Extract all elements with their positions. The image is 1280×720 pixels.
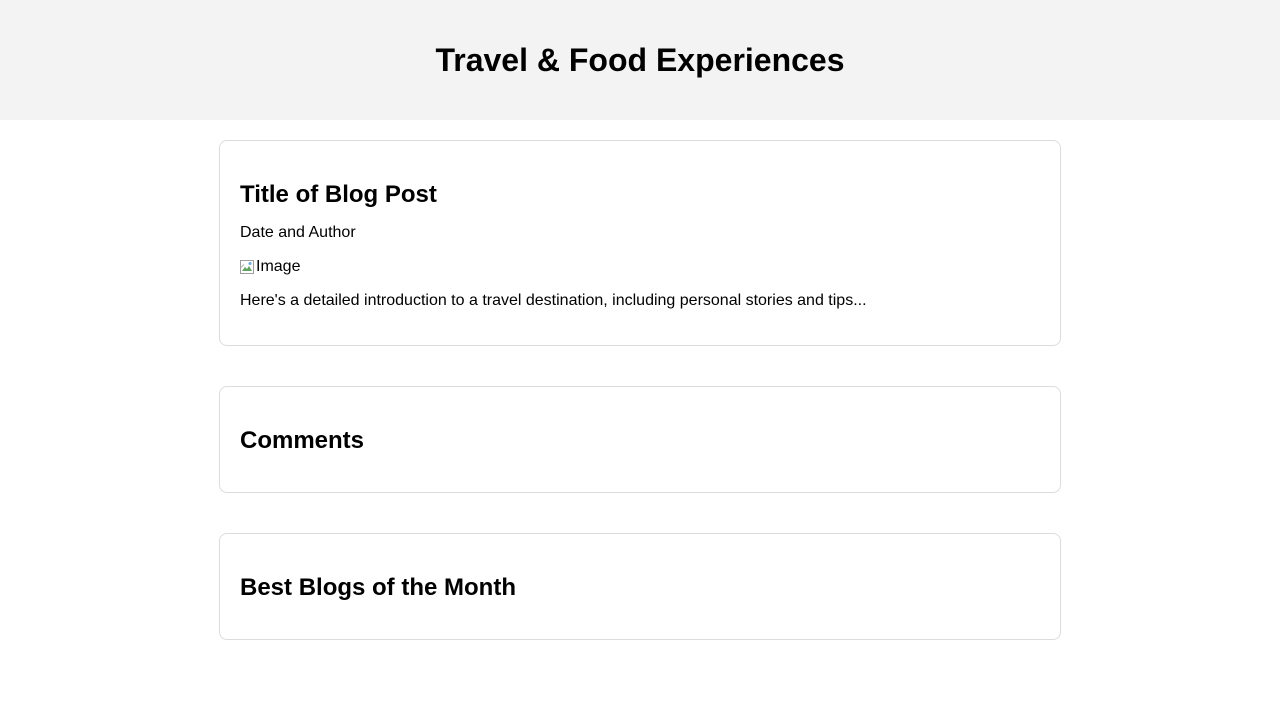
comments-heading: Comments bbox=[240, 427, 365, 454]
image-alt-text: Image bbox=[256, 258, 301, 275]
main-content: Title of Blog Post Date and Author Image… bbox=[219, 140, 1061, 640]
best-blogs-heading: Best Blogs of the Month bbox=[240, 574, 516, 601]
comments-section: Comments bbox=[219, 386, 1061, 493]
post-intro: Here's a detailed introduction to a trav… bbox=[240, 292, 867, 309]
broken-image-icon bbox=[240, 260, 254, 274]
blog-post-card: Title of Blog Post Date and Author Image… bbox=[219, 140, 1061, 346]
site-title: Travel & Food Experiences bbox=[435, 41, 845, 78]
post-image: Image bbox=[240, 257, 1040, 277]
best-blogs-section: Best Blogs of the Month bbox=[219, 533, 1061, 640]
post-meta: Date and Author bbox=[240, 224, 356, 241]
post-title: Title of Blog Post bbox=[240, 181, 437, 208]
site-header: Travel & Food Experiences bbox=[0, 0, 1280, 120]
